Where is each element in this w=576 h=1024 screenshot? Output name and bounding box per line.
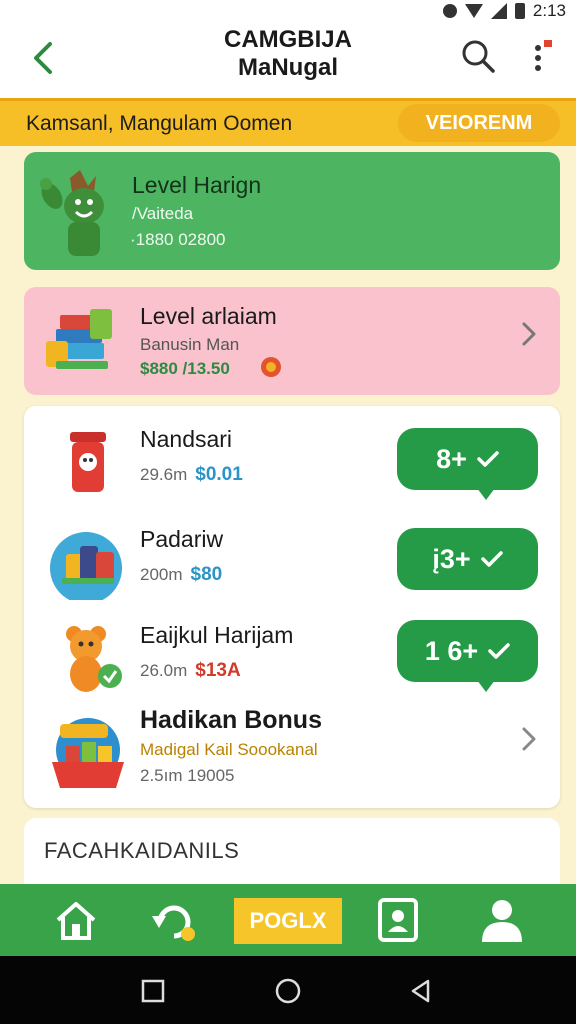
app-bar: CAMGBIJA MaNugal xyxy=(0,22,576,98)
item-name: Eaijkul Harijam xyxy=(140,622,294,648)
item-price: $0.01 xyxy=(195,464,243,485)
item-meta: 26.0m xyxy=(140,661,188,680)
item-name: Nandsari xyxy=(140,426,233,452)
red-bin-icon xyxy=(70,432,106,492)
check-icon xyxy=(488,643,510,659)
shopping-bag-icon xyxy=(50,532,122,600)
promo-title: Level arlaiam xyxy=(140,303,277,329)
bonus-item[interactable]: Hadikan Bonus Madigal Kail Soookanal 2.5… xyxy=(24,702,560,802)
chevron-right-icon[interactable] xyxy=(516,724,542,754)
user-icon[interactable] xyxy=(478,896,526,944)
bonus-value: 2.5ım 19005 xyxy=(140,766,235,785)
banner-button[interactable]: VEIORENM xyxy=(398,104,560,142)
back-triangle-icon[interactable] xyxy=(408,978,434,1004)
level-title: Level Harign xyxy=(132,172,262,198)
promo-subtitle: Banusin Man xyxy=(140,335,240,354)
books-icon xyxy=(46,309,112,369)
item-meta: 200m xyxy=(140,565,183,584)
section-title: FACAHKAIDANILS xyxy=(44,838,240,863)
item-name: Padariw xyxy=(140,526,224,552)
bonus-title: Hadikan Bonus xyxy=(140,706,322,734)
bonus-subtitle: Madigal Kail Soookanal xyxy=(140,740,318,759)
list-item[interactable]: Padariw 200m $80 į3+ xyxy=(24,510,560,610)
add-badge-button[interactable]: 8+ xyxy=(397,428,538,500)
battery-icon xyxy=(514,3,525,19)
item-price: $13A xyxy=(195,660,241,681)
banner-text: Kamsanl, Mangulam Oomen xyxy=(26,112,293,135)
center-nav-button[interactable]: POGLX xyxy=(234,898,342,944)
status-bar: 2:13 xyxy=(0,0,576,22)
check-icon xyxy=(480,551,503,567)
signal-icon xyxy=(490,3,507,19)
search-icon[interactable] xyxy=(458,36,498,76)
mascot-icon xyxy=(40,170,104,256)
bottom-nav: POGLX xyxy=(0,884,576,956)
gift-basket-icon xyxy=(52,718,124,788)
home-icon[interactable] xyxy=(52,896,100,944)
badge-label: 8+ xyxy=(436,443,467,474)
list-item[interactable]: Eaijkul Harijam 26.0m $13A 1 6+ xyxy=(24,606,560,706)
refresh-icon[interactable] xyxy=(150,896,198,944)
profile-card-icon[interactable] xyxy=(374,896,422,944)
add-badge-button[interactable]: 1 6+ xyxy=(397,620,538,692)
list-item[interactable]: Nandsari 29.6m $0.01 8+ xyxy=(24,410,560,510)
item-list: Nandsari 29.6m $0.01 8+ Padariw 200m $80 į… xyxy=(24,406,560,808)
back-arrow-icon[interactable] xyxy=(24,38,64,78)
promo-value: $880 /13.50 xyxy=(140,359,230,378)
promo-banner: Kamsanl, Mangulam Oomen VEIORENM xyxy=(0,98,576,146)
badge-label: į3+ xyxy=(432,543,471,574)
coin-icon xyxy=(261,357,281,377)
home-circle-icon[interactable] xyxy=(275,978,301,1004)
badge-label: 1 6+ xyxy=(424,635,479,666)
system-nav-bar xyxy=(0,956,576,1024)
check-icon xyxy=(477,451,499,467)
item-meta: 29.6m xyxy=(140,465,188,484)
level-value: ·1880 02800 xyxy=(130,230,226,249)
chevron-right-icon[interactable] xyxy=(516,319,542,349)
teddy-bear-icon xyxy=(66,626,122,692)
page-title: CAMGBIJA MaNugal xyxy=(223,26,352,81)
status-time: 2:13 xyxy=(532,1,566,20)
notification-icon xyxy=(442,4,457,18)
add-badge-button[interactable]: į3+ xyxy=(397,528,538,590)
item-price: $80 xyxy=(190,564,223,585)
promo-card[interactable]: Level arlaiam Banusin Man $880 /13.50 xyxy=(24,287,560,395)
wifi-icon xyxy=(464,4,483,18)
level-subtitle: /Vaiteda xyxy=(132,204,194,223)
recents-icon[interactable] xyxy=(140,978,166,1004)
more-menu-icon[interactable] xyxy=(524,36,554,80)
level-card[interactable]: Level Harign /Vaiteda ·1880 02800 xyxy=(24,152,560,270)
